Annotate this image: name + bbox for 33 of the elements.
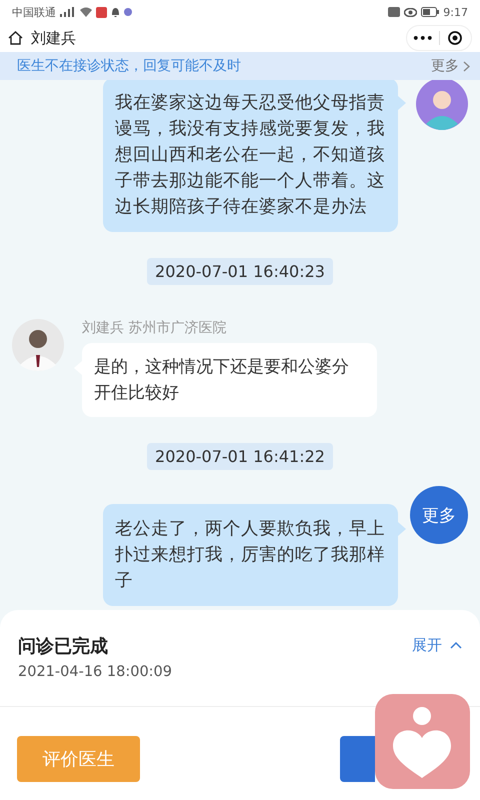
heart-logo-icon (375, 694, 470, 789)
more-link[interactable]: 更多 (431, 57, 470, 75)
summary-date: 2021-04-16 18:00:09 (18, 664, 172, 680)
notice-text: 医生不在接诊状态，回复可能不及时 (17, 57, 242, 75)
avatar (12, 319, 64, 371)
page-title: 刘建兵 (31, 28, 76, 48)
more-button[interactable]: 更多 (410, 486, 468, 544)
message-timestamp: 2020-07-01 16:41:22 (147, 443, 333, 470)
carrier-name: 中国联通 (12, 4, 56, 20)
avatar (416, 80, 468, 130)
battery-icon (421, 7, 440, 17)
message-timestamp: 2020-07-01 16:40:23 (147, 258, 333, 285)
target-icon (448, 31, 462, 45)
message-bubble: 我在婆家这边每天忍受他父母指责谩骂，我没有支持感觉要复发，我想回山西和老公在一起，不知道孩子带去那边能不能一个人带着。这边长期陪孩子待在婆家不是办法 (103, 80, 398, 232)
dot-icon (124, 8, 132, 16)
rate-doctor-button[interactable]: 评价医生 (17, 736, 140, 782)
more-menu-button[interactable]: ••• (407, 26, 438, 50)
bell-icon (111, 7, 120, 17)
chevron-right-icon (463, 60, 470, 72)
clock-time: 9:17 (443, 6, 468, 18)
message-bubble: 老公走了，两个人要欺负我，早上扑过来想打我，厉害的吃了我那样子 (103, 504, 398, 606)
sender-name: 刘建兵 苏州市广济医院 (82, 319, 228, 337)
message-bubble: 是的，这种情况下还是要和公婆分开住比较好 (82, 343, 377, 417)
summary-title: 问诊已完成 (18, 635, 109, 658)
wifi-icon (80, 7, 92, 17)
eye-icon (404, 8, 418, 16)
home-icon[interactable] (8, 31, 23, 45)
chevron-icon (450, 641, 462, 649)
expand-toggle[interactable]: 展开 (412, 634, 462, 656)
signal-icon (60, 7, 76, 17)
app-icon (96, 6, 107, 18)
bubble-tail (398, 96, 406, 110)
hd-icon (388, 7, 400, 17)
